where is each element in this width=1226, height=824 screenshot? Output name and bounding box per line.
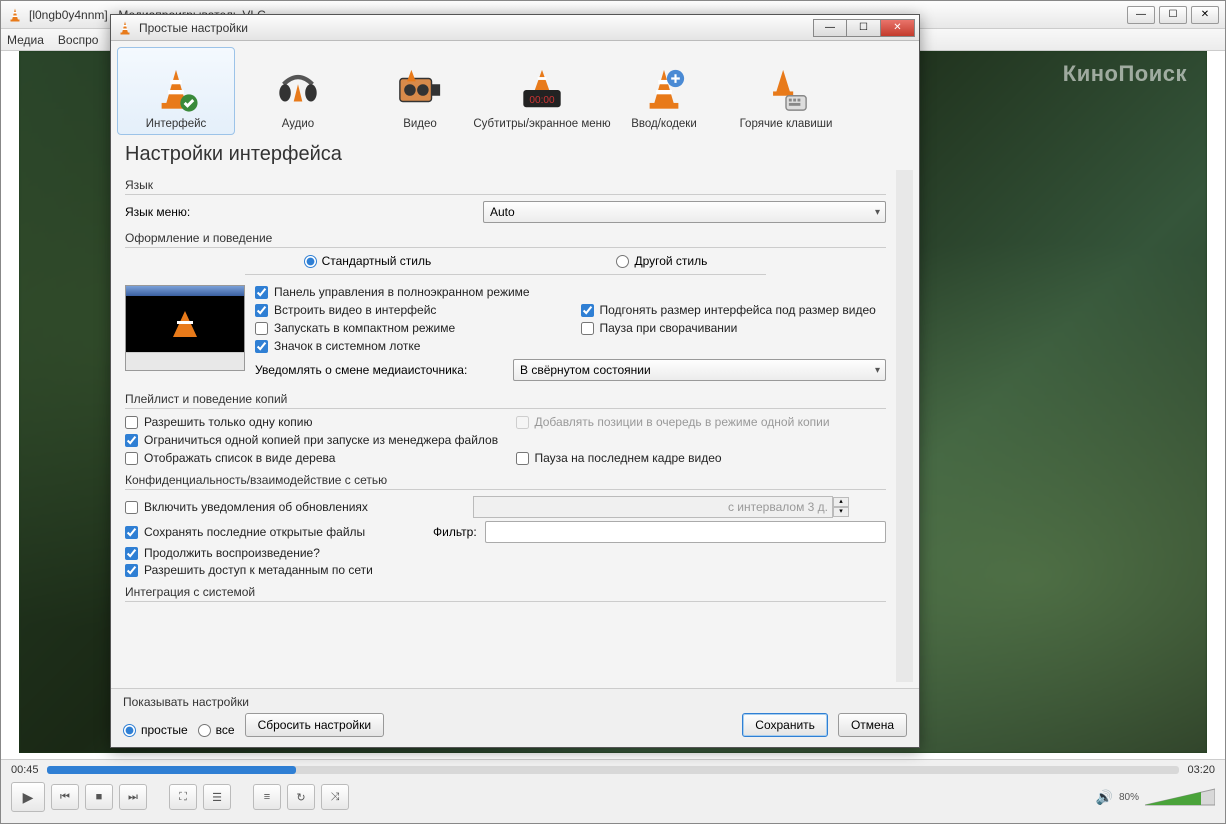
dialog-titlebar[interactable]: Простые настройки — ☐ ✕ — [111, 15, 919, 41]
style-other-radio[interactable]: Другой стиль — [616, 254, 707, 268]
systray-icon-checkbox[interactable]: Значок в системном лотке — [255, 339, 561, 353]
save-recent-checkbox[interactable]: Сохранять последние открытые файлы — [125, 525, 425, 539]
dialog-heading: Настройки интерфейса — [111, 135, 919, 170]
spin-down[interactable]: ▾ — [833, 507, 849, 517]
start-minimal-checkbox[interactable]: Запускать в компактном режиме — [255, 321, 561, 335]
tree-view-checkbox[interactable]: Отображать список в виде дерева — [125, 451, 496, 465]
show-settings-label: Показывать настройки — [123, 695, 907, 709]
one-from-filemgr-checkbox[interactable]: Ограничиться одной копией при запуске из… — [125, 433, 886, 447]
menu-media[interactable]: Медиа — [7, 33, 44, 47]
style-std-radio[interactable]: Стандартный стиль — [304, 254, 432, 268]
notify-change-label: Уведомлять о смене медиаисточника: — [255, 363, 505, 377]
divider — [125, 489, 886, 490]
seek-progress — [47, 766, 296, 774]
group-look: Оформление и поведение — [125, 231, 886, 245]
metadata-net-checkbox[interactable]: Разрешить доступ к метаданным по сети — [125, 563, 886, 577]
pause-on-minimize-checkbox[interactable]: Пауза при сворачивании — [581, 321, 887, 335]
ext-settings-button[interactable]: ☰ — [203, 784, 231, 810]
show-all-radio[interactable]: все — [198, 723, 235, 737]
divider — [125, 601, 886, 602]
category-label: Видео — [403, 118, 437, 130]
video-watermark: КиноПоиск — [1063, 61, 1187, 87]
scrollbar-thumb[interactable] — [898, 172, 913, 352]
dialog-bottom-bar: Показывать настройки простые все Сбросит… — [111, 688, 919, 747]
category-label: Интерфейс — [146, 118, 207, 130]
cancel-button[interactable]: Отмена — [838, 713, 907, 737]
spin-up[interactable]: ▴ — [833, 497, 849, 507]
preferences-dialog: Простые настройки — ☐ ✕ Интерфейс Аудио … — [110, 14, 920, 748]
enqueue-one-checkbox: Добавлять позиции в очередь в режиме одн… — [516, 415, 887, 429]
category-row: Интерфейс Аудио Видео 00:00 Субтитры/экр… — [111, 41, 919, 135]
speaker-icon[interactable]: 🔊 — [1096, 789, 1113, 806]
category-video[interactable]: Видео — [361, 47, 479, 135]
notify-change-select[interactable]: В свёрнутом состоянии — [513, 359, 886, 381]
player-bottom-bar: 00:45 03:20 ▶ ⏮ ■ ⏭ ⛶ ☰ ≡ ↻ ⤨ 🔊 80% — [1, 759, 1225, 823]
dialog-close-button[interactable]: ✕ — [881, 19, 915, 37]
category-interface[interactable]: Интерфейс — [117, 47, 235, 135]
resize-to-video-checkbox[interactable]: Подгонять размер интерфейса под размер в… — [581, 303, 887, 317]
category-hotkeys[interactable]: Горячие клавиши — [727, 47, 845, 135]
dialog-title-text: Простые настройки — [139, 21, 813, 35]
category-subtitles[interactable]: 00:00 Субтитры/экранное меню — [483, 47, 601, 135]
group-privacy: Конфиденциальность/взаимодействие с сеть… — [125, 473, 886, 487]
show-simple-radio[interactable]: простые — [123, 723, 188, 737]
volume-slider[interactable] — [1145, 787, 1215, 807]
filter-label: Фильтр: — [433, 525, 477, 539]
pause-last-frame-checkbox[interactable]: Пауза на последнем кадре видео — [516, 451, 887, 465]
divider — [125, 194, 886, 195]
time-elapsed: 00:45 — [11, 764, 39, 776]
dialog-minimize-button[interactable]: — — [813, 19, 847, 37]
play-button[interactable]: ▶ — [11, 782, 45, 812]
fullscreen-button[interactable]: ⛶ — [169, 784, 197, 810]
interface-preview — [125, 285, 245, 371]
one-instance-checkbox[interactable]: Разрешить только одну копию — [125, 415, 496, 429]
vlc-cone-icon — [117, 20, 133, 36]
next-button[interactable]: ⏭ — [119, 784, 147, 810]
menu-playback[interactable]: Воспро — [58, 33, 99, 47]
category-input[interactable]: Ввод/кодеки — [605, 47, 723, 135]
menu-language-label: Язык меню: — [125, 205, 475, 219]
playlist-button[interactable]: ≡ — [253, 784, 281, 810]
group-sys-integration: Интеграция с системой — [125, 585, 886, 599]
vlc-cone-icon — [7, 7, 23, 23]
svg-text:00:00: 00:00 — [529, 95, 555, 106]
time-total: 03:20 — [1187, 764, 1215, 776]
category-label: Ввод/кодеки — [631, 118, 697, 130]
update-interval-display: с интервалом 3 д. — [473, 496, 833, 518]
category-label: Горячие клавиши — [740, 118, 833, 130]
group-playlist: Плейлист и поведение копий — [125, 392, 886, 406]
prev-button[interactable]: ⏮ — [51, 784, 79, 810]
stop-button[interactable]: ■ — [85, 784, 113, 810]
divider — [125, 247, 886, 248]
settings-scroll-area[interactable]: Язык Язык меню: Auto Оформление и поведе… — [125, 170, 913, 682]
menu-language-select[interactable]: Auto — [483, 201, 886, 223]
main-maximize-button[interactable]: ☐ — [1159, 6, 1187, 24]
reset-button[interactable]: Сбросить настройки — [245, 713, 384, 737]
continue-playback-checkbox[interactable]: Продолжить воспроизведение? — [125, 546, 886, 560]
loop-button[interactable]: ↻ — [287, 784, 315, 810]
category-label: Аудио — [282, 118, 314, 130]
fullscreen-toolbar-checkbox[interactable]: Панель управления в полноэкранном режиме — [255, 285, 886, 299]
seek-bar[interactable] — [47, 766, 1180, 774]
divider — [245, 274, 766, 275]
update-notify-checkbox[interactable]: Включить уведомления об обновлениях — [125, 500, 465, 514]
main-close-button[interactable]: ✕ — [1191, 6, 1219, 24]
shuffle-button[interactable]: ⤨ — [321, 784, 349, 810]
filter-input[interactable] — [485, 521, 886, 543]
main-minimize-button[interactable]: — — [1127, 6, 1155, 24]
dialog-maximize-button[interactable]: ☐ — [847, 19, 881, 37]
volume-value: 80% — [1119, 792, 1139, 803]
embed-video-checkbox[interactable]: Встроить видео в интерфейс — [255, 303, 561, 317]
category-label: Субтитры/экранное меню — [473, 118, 610, 130]
divider — [125, 408, 886, 409]
save-button[interactable]: Сохранить — [742, 713, 828, 737]
category-audio[interactable]: Аудио — [239, 47, 357, 135]
group-language: Язык — [125, 178, 886, 192]
